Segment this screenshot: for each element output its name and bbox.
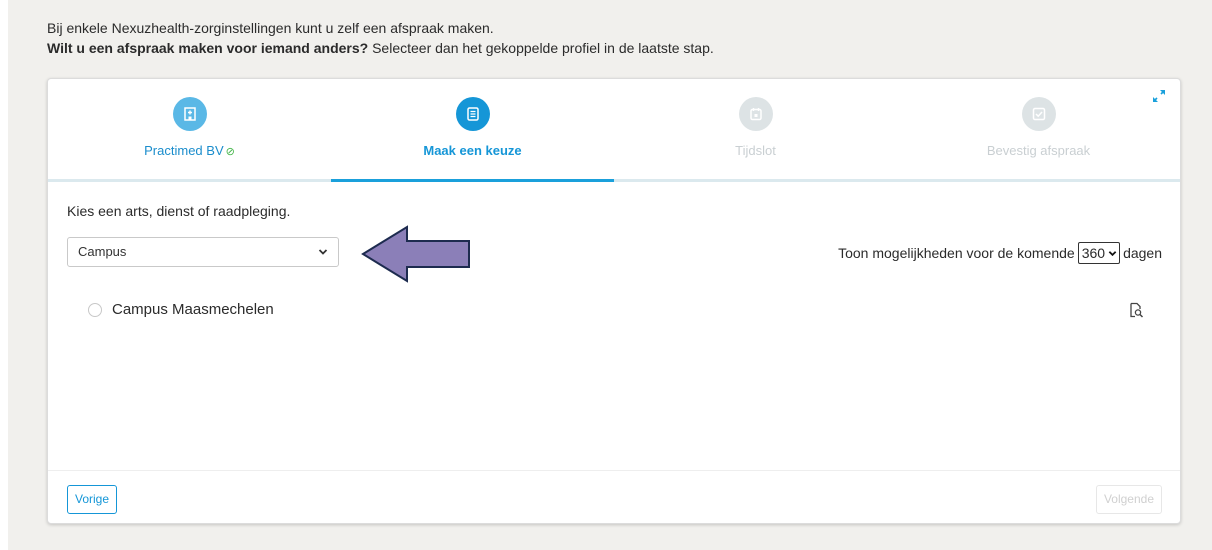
appointment-wizard-card: Practimed BV ⊘ Maak een keuze Tijdslot B…: [47, 78, 1181, 524]
option-radio[interactable]: [88, 302, 102, 317]
annotation-arrow-icon: [361, 225, 470, 283]
step-bevestig-label: Bevestig afspraak: [986, 143, 1091, 158]
days-value: 360: [1081, 245, 1106, 261]
chevron-down-icon: [318, 249, 328, 255]
step-practimed-label: Practimed BV: [144, 143, 224, 158]
list-icon: [456, 97, 490, 131]
hospital-icon: [173, 97, 207, 131]
days-prefix: Toon mogelijkheden voor de komende: [838, 245, 1075, 261]
chevron-down-icon: [1108, 250, 1117, 256]
step-bevestig: Bevestig afspraak: [897, 79, 1180, 179]
wizard-steps: Practimed BV ⊘ Maak een keuze Tijdslot B…: [48, 79, 1180, 182]
intro-line-1: Bij enkele Nexuzhealth-zorginstellingen …: [47, 20, 494, 36]
intro-line-2-bold: Wilt u een afspraak maken voor iemand an…: [47, 40, 369, 56]
next-button[interactable]: Volgende: [1095, 485, 1162, 514]
choice-instruction: Kies een arts, dienst of raadpleging.: [67, 203, 291, 219]
days-select[interactable]: 360: [1077, 242, 1121, 264]
option-label: Campus Maasmechelen: [112, 301, 274, 318]
intro-text: Bij enkele Nexuzhealth-zorginstellingen …: [47, 18, 714, 58]
document-search-icon[interactable]: [1128, 302, 1144, 318]
wizard-footer: Vorige Volgende: [48, 470, 1180, 524]
step-tijdslot-label: Tijdslot: [735, 143, 776, 158]
calendar-icon: [739, 97, 773, 131]
step-maak-keuze-label: Maak een keuze: [423, 143, 522, 158]
choice-select-value: Campus: [78, 244, 127, 259]
days-filter: Toon mogelijkheden voor de komende 360 d…: [838, 242, 1162, 264]
step-label: Practimed BV ⊘: [48, 143, 331, 160]
step-practimed[interactable]: Practimed BV ⊘: [48, 79, 331, 179]
step-tijdslot: Tijdslot: [614, 79, 897, 179]
check-circle-icon: ⊘: [225, 146, 235, 158]
step-maak-keuze[interactable]: Maak een keuze: [331, 79, 614, 182]
intro-line-2: Wilt u een afspraak maken voor iemand an…: [47, 38, 714, 58]
choice-select[interactable]: Campus: [67, 237, 339, 267]
days-suffix: dagen: [1123, 245, 1162, 261]
list-item[interactable]: Campus Maasmechelen: [88, 301, 274, 318]
check-square-icon: [1022, 97, 1056, 131]
active-step-indicator: [331, 179, 614, 182]
previous-button[interactable]: Vorige: [67, 485, 118, 514]
intro-line-2-rest: Selecteer dan het gekoppelde profiel in …: [368, 40, 714, 56]
